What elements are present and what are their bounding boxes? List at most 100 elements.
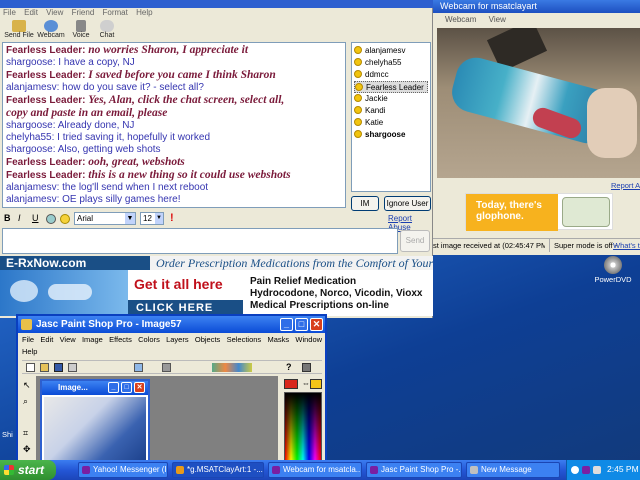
arrow-tool-icon[interactable]: ↖ xyxy=(23,380,31,391)
menu-format[interactable]: Format xyxy=(103,8,128,17)
menu-friend[interactable]: Friend xyxy=(72,8,95,17)
chat-text: how do you save it? - select all? xyxy=(62,82,204,93)
tray-network-icon[interactable] xyxy=(571,466,579,474)
image-minimize-button[interactable]: _ xyxy=(108,382,119,393)
ad-line-3: Medical Prescriptions on-line xyxy=(250,300,389,311)
clock[interactable]: 2:45 PM xyxy=(607,464,639,474)
webcam-window: Webcam for msatclayart Webcam View Repor… xyxy=(433,0,640,255)
swap-colors-icon[interactable]: ⇔ xyxy=(302,379,310,388)
minimize-button[interactable]: _ xyxy=(280,318,293,331)
image-close-button[interactable]: ✕ xyxy=(134,382,145,393)
psp-menu-edit[interactable]: Edit xyxy=(40,335,53,344)
save-icon[interactable] xyxy=(54,363,63,372)
chat-button[interactable]: Chat xyxy=(90,20,124,42)
color-tools-icon[interactable] xyxy=(212,363,252,372)
tray-yahoo-icon[interactable] xyxy=(582,466,590,474)
partial-desktop-icon-label[interactable]: Shi xyxy=(2,430,13,439)
messenger-titlebar xyxy=(0,0,433,8)
buddy-item[interactable]: Katie xyxy=(354,117,428,129)
menu-help[interactable]: Help xyxy=(136,8,152,17)
psp-image-titlebar: Image... xyxy=(42,381,148,395)
italic-button[interactable]: I xyxy=(18,213,21,223)
ad-banner[interactable]: E-RxNow.com Order Prescription Medicatio… xyxy=(0,256,433,316)
crop-tool-icon[interactable]: ⌗ xyxy=(23,428,28,439)
chat-log[interactable]: Fearless Leader: no worries Sharon, I ap… xyxy=(2,42,346,208)
context-help-icon[interactable] xyxy=(302,363,311,372)
messenger-menubar: File Edit View Friend Format Help xyxy=(0,8,433,20)
ignore-user-button[interactable]: Ignore User xyxy=(384,196,431,211)
send-file-button[interactable]: Send File xyxy=(2,20,36,42)
psp-menu-selections[interactable]: Selections xyxy=(227,335,262,344)
psp-menu-masks[interactable]: Masks xyxy=(267,335,289,344)
webcam-report-abuse-link[interactable]: Report Ab xyxy=(611,181,640,190)
buddy-item[interactable]: chelyha55 xyxy=(354,57,428,69)
webcam-ad[interactable]: Today, there's glophone. xyxy=(465,193,613,231)
task-new-message[interactable]: New Message xyxy=(466,462,560,478)
tool-icon[interactable] xyxy=(162,363,171,372)
task-webcam[interactable]: Webcam for msatcla... xyxy=(268,462,362,478)
background-color-swatch[interactable] xyxy=(310,379,322,389)
message-input[interactable] xyxy=(2,228,398,254)
powerdvd-desktop-icon[interactable]: PowerDVD xyxy=(594,256,632,284)
buddy-item[interactable]: Fearless Leader xyxy=(354,81,428,93)
ad-pill-shape xyxy=(10,280,38,302)
psp-menu-objects[interactable]: Objects xyxy=(195,335,220,344)
psp-menu-colors[interactable]: Colors xyxy=(138,335,160,344)
underline-button[interactable]: U xyxy=(32,213,39,223)
open-file-icon[interactable] xyxy=(40,363,49,372)
start-button[interactable]: start xyxy=(0,460,56,480)
task-clayart[interactable]: *g.MSATClayArt:1 -... xyxy=(172,462,264,478)
buddy-item[interactable]: ddmcc xyxy=(354,69,428,81)
task-paint-shop-pro[interactable]: Jasc Paint Shop Pro -... xyxy=(366,462,462,478)
task-yahoo-messenger[interactable]: Yahoo! Messenger (I... xyxy=(78,462,168,478)
webcam-status-received: st image received at (02:45:47 PM) xyxy=(433,241,545,250)
video-hand xyxy=(587,88,637,158)
windows-logo-icon xyxy=(4,465,14,475)
buddy-item[interactable]: shargoose xyxy=(354,129,428,141)
ad-capsule-shape xyxy=(48,284,92,300)
zoom-tool-icon[interactable]: ⌕ xyxy=(23,396,28,407)
close-button[interactable]: ✕ xyxy=(310,318,323,331)
tray-volume-icon[interactable] xyxy=(593,466,601,474)
psp-menu-effects[interactable]: Effects xyxy=(109,335,132,344)
im-button[interactable]: IM xyxy=(351,196,379,211)
buddy-item[interactable]: alanjamesv xyxy=(354,45,428,57)
font-select[interactable]: Arial ▼ xyxy=(74,212,136,225)
webcam-ad-line-2: glophone. xyxy=(476,211,524,222)
menu-view[interactable]: View xyxy=(489,15,506,24)
new-file-icon[interactable] xyxy=(26,363,35,372)
help-icon[interactable]: ? xyxy=(286,362,292,372)
menu-view[interactable]: View xyxy=(46,8,63,17)
psp-menu-layers[interactable]: Layers xyxy=(166,335,189,344)
color-picker-spectrum[interactable] xyxy=(284,392,322,464)
psp-menu-file[interactable]: File xyxy=(22,335,34,344)
buddy-list[interactable]: alanjamesv chelyha55 ddmcc Fearless Leader J… xyxy=(351,42,431,192)
bold-button[interactable]: B xyxy=(4,213,11,223)
move-tool-icon[interactable]: ✥ xyxy=(23,444,31,455)
print-icon[interactable] xyxy=(68,363,77,372)
foreground-color-swatch[interactable] xyxy=(284,379,298,389)
image-maximize-button[interactable]: □ xyxy=(121,382,132,393)
buddy-item[interactable]: Jackie xyxy=(354,93,428,105)
smiley-icon[interactable] xyxy=(60,214,70,224)
webcam-status-link[interactable]: What's th xyxy=(613,239,640,252)
send-button[interactable]: Send xyxy=(400,230,430,252)
task-label: New Message xyxy=(481,465,532,474)
psp-menu-help[interactable]: Help xyxy=(22,346,37,358)
menu-file[interactable]: File xyxy=(3,8,16,17)
color-picker-icon[interactable] xyxy=(46,214,56,224)
menu-webcam[interactable]: Webcam xyxy=(445,15,476,24)
psp-menu-window[interactable]: Window xyxy=(295,335,322,344)
chat-text: the log'll send when I next reboot xyxy=(62,182,209,193)
buzz-icon[interactable]: ! xyxy=(170,212,174,224)
messenger-toolbar: Send File Webcam Voice Chat xyxy=(0,20,433,42)
yahoo-icon xyxy=(82,466,90,474)
menu-edit[interactable]: Edit xyxy=(24,8,38,17)
font-size-select[interactable]: 12 ▼ xyxy=(140,212,164,225)
webcam-button[interactable]: Webcam xyxy=(34,20,68,42)
buddy-item[interactable]: Kandi xyxy=(354,105,428,117)
zoom-icon[interactable] xyxy=(134,363,143,372)
maximize-button[interactable]: □ xyxy=(295,318,308,331)
psp-menu-view[interactable]: View xyxy=(60,335,76,344)
psp-menu-image[interactable]: Image xyxy=(82,335,103,344)
